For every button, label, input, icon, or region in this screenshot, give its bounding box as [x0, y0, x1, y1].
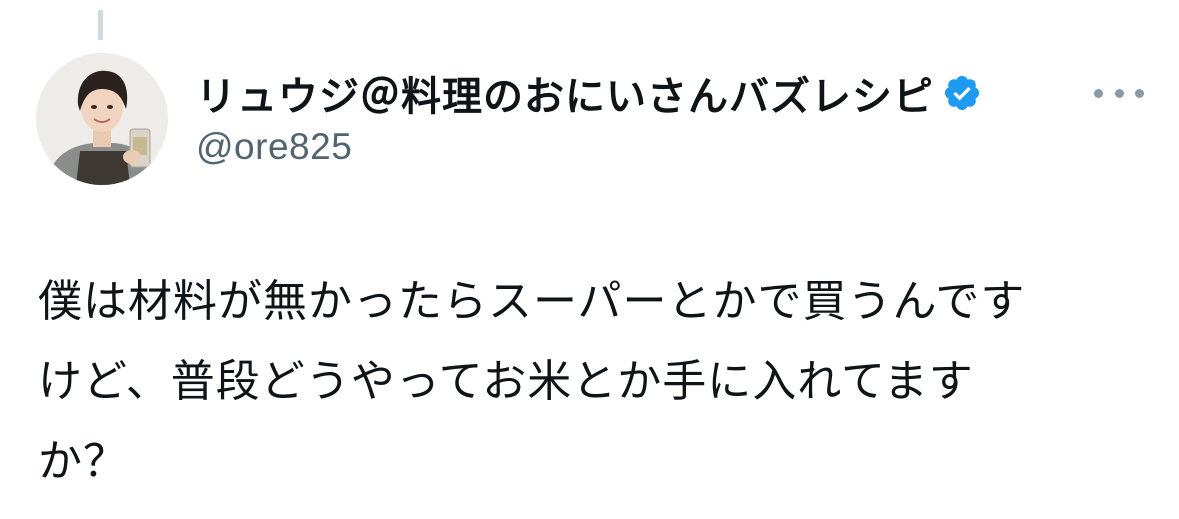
more-dot: [1094, 88, 1103, 98]
avatar-photo-icon: [36, 53, 168, 185]
tweet-text-line: か？: [38, 436, 128, 487]
more-dot: [1114, 88, 1124, 98]
verified-badge-icon[interactable]: [942, 73, 982, 113]
author-display-name[interactable]: リュウジ＠料理のおにいさんバズレシピ: [196, 64, 934, 122]
tweet-author: リュウジ＠料理のおにいさんバズレシピ @ore825: [196, 66, 1056, 168]
tweet-text: 僕は材料が無かったらスーパーとかで買うんです けど、普段どうやってお米とか手に入…: [38, 262, 1148, 502]
author-handle[interactable]: @ore825: [196, 126, 1056, 168]
tweet-text-line: 僕は材料が無かったらスーパーとかで買うんです: [38, 276, 1026, 327]
author-name-row: リュウジ＠料理のおにいさんバズレシピ: [196, 66, 1056, 120]
avatar[interactable]: [36, 53, 168, 185]
thread-connector-line: [98, 10, 103, 40]
tweet-text-line: けど、普段どうやってお米とか手に入れてます: [38, 356, 974, 407]
more-options-icon[interactable]: [1094, 78, 1144, 108]
more-dot: [1135, 88, 1144, 98]
